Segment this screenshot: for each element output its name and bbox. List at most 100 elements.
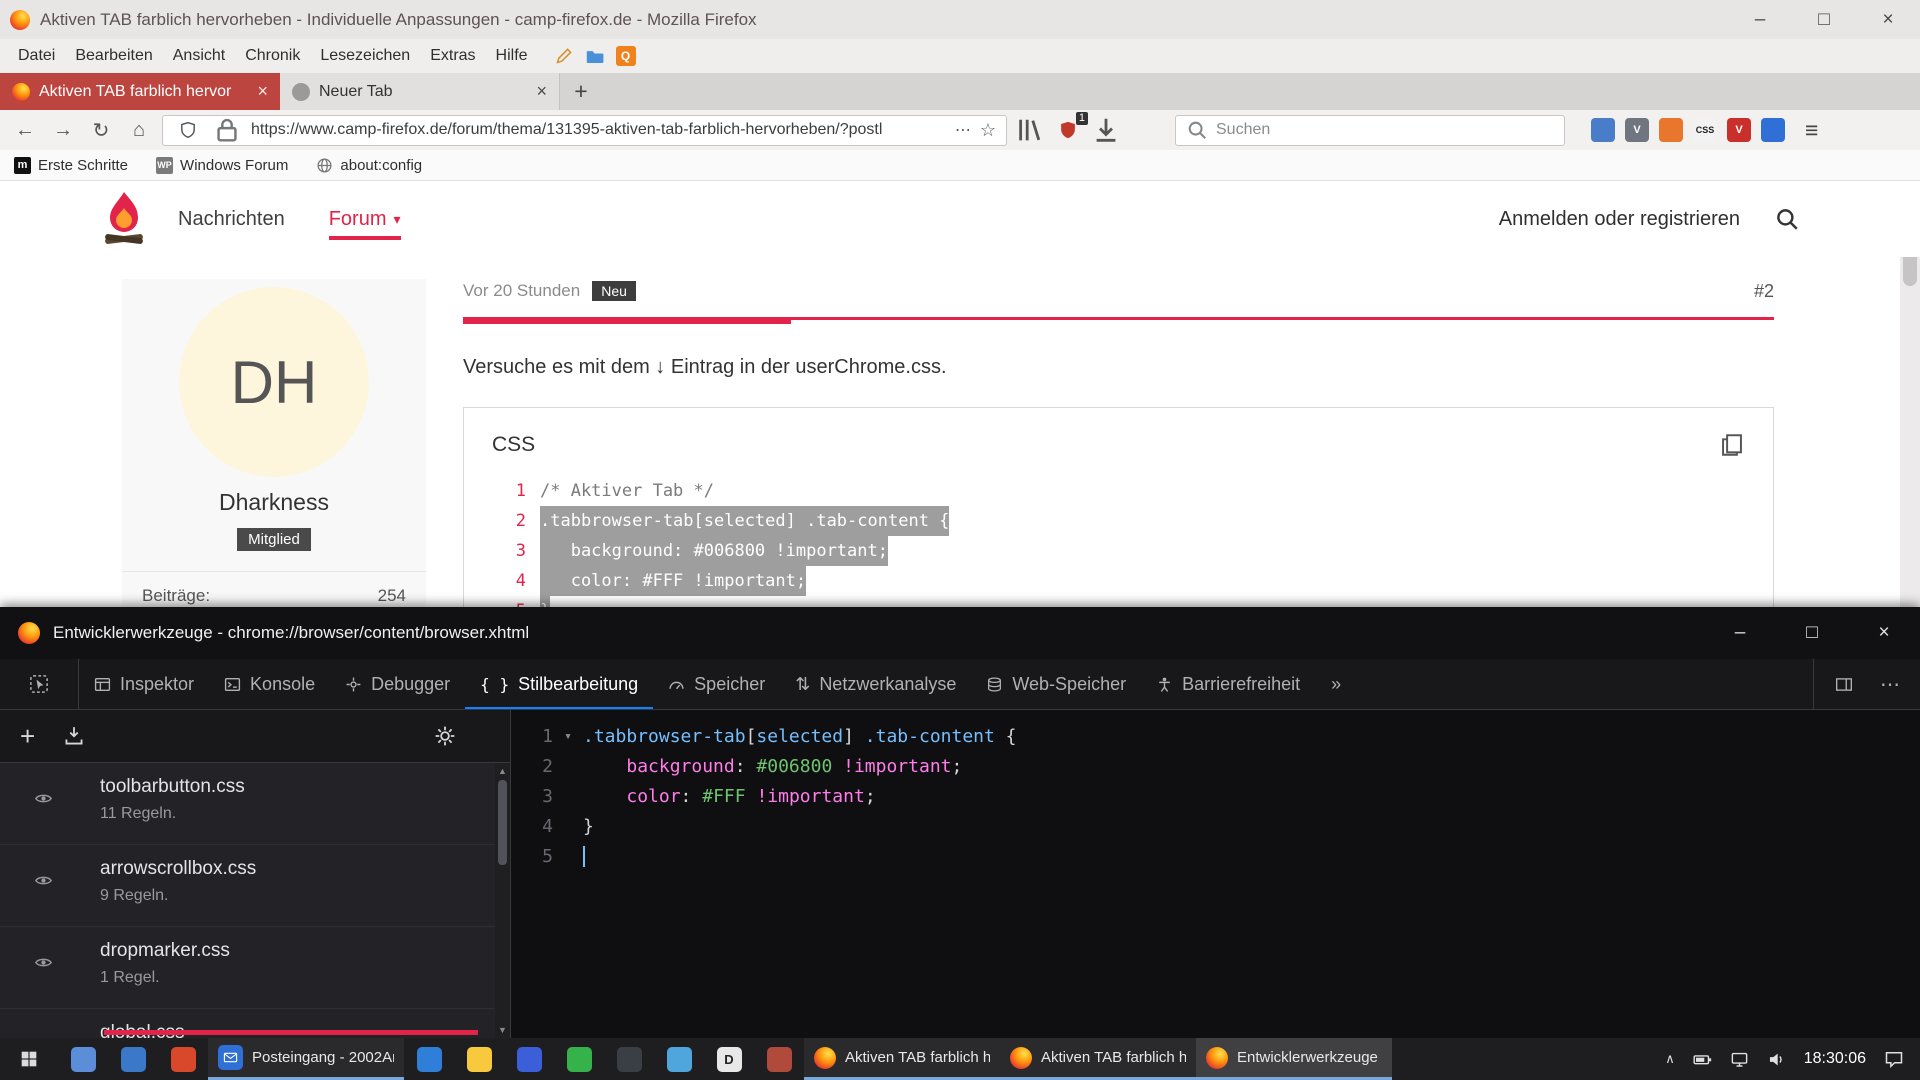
devtools-options-icon[interactable]: ⋯ [1870, 659, 1910, 710]
more-tabs-icon[interactable]: » [1315, 659, 1357, 709]
minimize-button[interactable]: – [1704, 607, 1776, 659]
compose-extension-icon[interactable] [1591, 118, 1615, 142]
v-gray-extension-icon[interactable]: V [1625, 118, 1649, 142]
taskbar-app-icon-7[interactable] [554, 1038, 604, 1080]
bookmark-item[interactable]: about:config [316, 157, 422, 174]
devtools-tab-barrierefreiheit[interactable]: Barrierefreiheit [1141, 659, 1315, 709]
devtools-tab-netzwerkanalyse[interactable]: ⇅Netzwerkanalyse [780, 659, 971, 709]
action-center-icon[interactable] [1884, 1049, 1904, 1069]
folder-icon[interactable] [585, 47, 604, 66]
minimize-button[interactable]: – [1728, 0, 1792, 39]
maximize-button[interactable]: □ [1792, 0, 1856, 39]
browser-tab[interactable]: Neuer Tab× [280, 73, 560, 110]
post-time[interactable]: Vor 20 Stunden [463, 281, 580, 301]
gear-icon[interactable] [434, 725, 456, 747]
devtools-tab-konsole[interactable]: Konsole [209, 659, 330, 709]
tab-close-icon[interactable]: × [257, 81, 268, 102]
taskbar-app-icon-11[interactable] [754, 1038, 804, 1080]
stylesheet-item[interactable]: dropmarker.css1 Regel. [0, 927, 510, 1009]
v-red-extension-icon[interactable]: V [1727, 118, 1751, 142]
camp-firefox-logo[interactable] [100, 190, 148, 248]
browser-tab[interactable]: Aktiven TAB farblich hervor× [0, 73, 280, 110]
style-editor[interactable]: 1▾.tabbrowser-tab[selected] .tab-content… [511, 710, 1920, 1038]
taskbar-app-icon-10[interactable]: D [704, 1038, 754, 1080]
download-icon[interactable] [1091, 115, 1121, 145]
new-stylesheet-button[interactable]: + [20, 723, 35, 749]
taskbar-app-icon-5[interactable] [454, 1038, 504, 1080]
scrollbar-thumb[interactable] [1903, 257, 1917, 286]
qip-icon[interactable]: Q [616, 46, 636, 66]
eye-icon[interactable] [34, 871, 53, 890]
stylesheet-item[interactable]: toolbarbutton.css11 Regeln. [0, 763, 510, 845]
menu-datei[interactable]: Datei [8, 43, 65, 69]
taskbar-app-icon-1[interactable] [58, 1038, 108, 1080]
tracking-protection-icon[interactable] [173, 115, 203, 145]
url-bar[interactable]: https://www.camp-firefox.de/forum/thema/… [162, 115, 1007, 146]
close-button[interactable]: × [1856, 0, 1920, 39]
library-icon[interactable] [1015, 115, 1045, 145]
taskbar-clock[interactable]: 18:30:06 [1804, 1050, 1866, 1068]
battery-icon[interactable] [1693, 1050, 1712, 1069]
home-button[interactable]: ⌂ [124, 115, 154, 145]
forward-button[interactable]: → [48, 115, 78, 145]
bookmark-item[interactable]: WPWindows Forum [156, 157, 288, 174]
import-stylesheet-icon[interactable] [63, 725, 85, 747]
taskbar-app-icon-9[interactable] [654, 1038, 704, 1080]
speaker-icon[interactable] [1767, 1050, 1786, 1069]
menu-ansicht[interactable]: Ansicht [163, 43, 235, 69]
copy-icon[interactable] [1719, 432, 1745, 458]
scroll-down-icon[interactable]: ▼ [498, 1025, 507, 1035]
menu-extras[interactable]: Extras [420, 43, 485, 69]
bookmark-star-icon[interactable]: ☆ [980, 120, 996, 141]
menu-chronik[interactable]: Chronik [235, 43, 310, 69]
split-console-icon[interactable] [1824, 659, 1864, 710]
page-scrollbar[interactable]: ▲ [1900, 257, 1920, 607]
taskbar-window-button[interactable]: Entwicklerwerkzeuge ... [1196, 1038, 1392, 1080]
url-text[interactable]: https://www.camp-firefox.de/forum/thema/… [251, 121, 946, 139]
avatar[interactable]: DH [179, 287, 369, 477]
devtools-tab-speicher[interactable]: Speicher [653, 659, 780, 709]
blue-extension-icon[interactable] [1761, 118, 1785, 142]
taskbar-window-button[interactable]: Aktiven TAB farblich h... [804, 1038, 1000, 1080]
site-search-icon[interactable] [1774, 206, 1800, 232]
devtools-tab-stilbearbeitung[interactable]: { }Stilbearbeitung [465, 659, 653, 709]
nav-nachrichten[interactable]: Nachrichten [178, 208, 285, 231]
devtools-tab-web-speicher[interactable]: Web-Speicher [971, 659, 1141, 709]
menu-lesezeichen[interactable]: Lesezeichen [310, 43, 420, 69]
sidebar-scrollbar[interactable]: ▲ ▼ [495, 763, 510, 1038]
author-name[interactable]: Dharkness [122, 489, 426, 516]
css-extension-icon[interactable]: CSS [1693, 118, 1717, 142]
scroll-up-icon[interactable]: ▲ [498, 766, 507, 776]
stylesheet-item[interactable]: arrowscrollbox.css9 Regeln. [0, 845, 510, 927]
menu-bearbeiten[interactable]: Bearbeiten [65, 43, 162, 69]
code-lines[interactable]: 1/* Aktiver Tab */2.tabbrowser-tab[selec… [492, 476, 1745, 607]
ublock-shield-icon[interactable]: 1 [1053, 115, 1083, 145]
back-button[interactable]: ← [10, 115, 40, 145]
eye-icon[interactable] [34, 953, 53, 972]
menu-hilfe[interactable]: Hilfe [486, 43, 538, 69]
search-bar[interactable]: Suchen [1175, 115, 1565, 146]
reload-button[interactable]: ↻ [86, 115, 116, 145]
taskbar-app-icon-8[interactable] [604, 1038, 654, 1080]
network-icon[interactable] [1730, 1050, 1749, 1069]
tab-close-icon[interactable]: × [536, 81, 547, 102]
devtools-tab-inspektor[interactable]: Inspektor [79, 659, 209, 709]
fox-extension-icon[interactable] [1659, 118, 1683, 142]
maximize-button[interactable]: □ [1776, 607, 1848, 659]
taskbar-app-icon-4[interactable] [404, 1038, 454, 1080]
login-link[interactable]: Anmelden oder registrieren [1499, 208, 1740, 231]
bookmark-item[interactable]: mErste Schritte [14, 157, 128, 174]
menu-icon[interactable]: ≡ [1793, 117, 1830, 144]
devtools-tab-debugger[interactable]: Debugger [330, 659, 465, 709]
taskbar-mail-button[interactable]: Posteingang - 2002An... [208, 1038, 404, 1080]
post-number[interactable]: #2 [1754, 281, 1774, 302]
page-actions-icon[interactable]: ⋯ [955, 120, 971, 140]
start-button[interactable] [0, 1038, 58, 1080]
taskbar-app-icon-2[interactable] [108, 1038, 158, 1080]
taskbar-app-icon-6[interactable] [504, 1038, 554, 1080]
nav-forum[interactable]: Forum ▾ [329, 208, 401, 240]
taskbar-app-icon-3[interactable] [158, 1038, 208, 1080]
scrollbar-thumb[interactable] [498, 780, 507, 865]
new-tab-button[interactable]: + [560, 73, 602, 110]
pick-element-button[interactable] [0, 659, 79, 709]
